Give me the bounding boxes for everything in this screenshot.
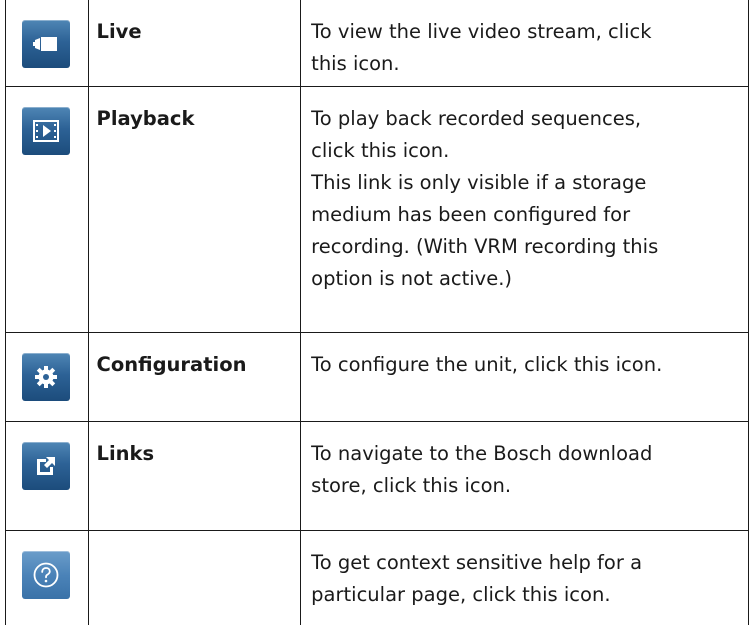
icon-cell (5, 420, 89, 531)
gear-icon[interactable] (22, 352, 70, 401)
description-line: store, click this icon. (311, 473, 512, 497)
icon-reference-table: Live To view the live video stream, clic… (5, 0, 749, 625)
row-description: To configure the unit, click this icon. (300, 331, 749, 422)
description-line: recording. (With VRM recording this (311, 234, 659, 258)
table-row-links: Links To navigate to the Bosch download … (5, 420, 749, 531)
row-name: Configuration (87, 331, 302, 422)
description-line: This link is only visible if a storage (311, 170, 647, 194)
row-name (87, 529, 302, 625)
description-line: particular page, click this icon. (311, 582, 611, 606)
description-line: click this icon. (311, 138, 450, 162)
table-row-playback: Playback To play back recorded sequences… (5, 85, 749, 333)
icon-cell (5, 529, 89, 625)
live-video-icon[interactable] (22, 20, 70, 68)
row-name: Playback (87, 85, 302, 333)
row-description: To view the live video stream, click thi… (300, 0, 749, 87)
table-row-configuration: Configuration To configure the unit, cli… (5, 331, 749, 422)
row-description: To navigate to the Bosch download store,… (300, 420, 749, 531)
row-description: To get context sensitive help for a part… (300, 529, 749, 625)
description-line: medium has been configured for (311, 202, 631, 226)
table-row-live: Live To view the live video stream, clic… (5, 0, 749, 87)
description-line: To view the live video stream, click (311, 20, 652, 43)
description-line: To navigate to the Bosch download (311, 441, 653, 465)
playback-icon[interactable] (22, 106, 70, 155)
icon-cell (5, 0, 89, 87)
description-line: To configure the unit, click this icon. (311, 352, 663, 376)
row-name: Links (87, 420, 302, 531)
icon-cell (5, 331, 89, 422)
description-line: To get context sensitive help for a (311, 550, 643, 574)
row-description: To play back recorded sequences, click t… (300, 85, 749, 333)
description-line: option is not active.) (311, 266, 513, 290)
row-name: Live (87, 0, 302, 87)
external-link-icon[interactable] (22, 441, 70, 490)
description-line: this icon. (311, 52, 400, 75)
help-icon[interactable] (22, 550, 70, 599)
description-line: To play back recorded sequences, (311, 106, 642, 130)
icon-cell (5, 85, 89, 333)
table-row-help: To get context sensitive help for a part… (5, 529, 749, 625)
